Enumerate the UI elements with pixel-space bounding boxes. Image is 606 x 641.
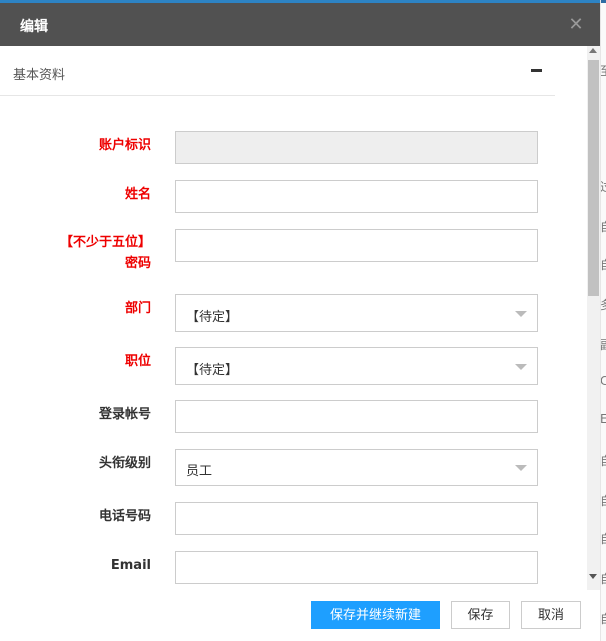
name-field[interactable]	[175, 180, 538, 213]
save-and-new-button[interactable]: 保存并继续新建	[311, 601, 440, 629]
account-id-field	[175, 131, 538, 164]
email-input[interactable]	[176, 552, 537, 583]
dialog-body: 基本资料 账户标识 姓名 【不少于五位】 密码 部门 【待定】 职位 【待定】	[0, 46, 587, 590]
password-field[interactable]	[175, 229, 538, 262]
login-account-field[interactable]	[175, 400, 538, 433]
save-button[interactable]: 保存	[451, 601, 510, 629]
password-label-hint: 【不少于五位】	[59, 235, 151, 250]
login-account-input[interactable]	[176, 401, 537, 432]
account-id-input	[176, 132, 537, 163]
login-account-label: 登录帐号	[98, 407, 151, 422]
scroll-up-icon[interactable]	[589, 48, 597, 53]
minus-icon[interactable]	[531, 69, 542, 72]
department-label: 部门	[124, 301, 151, 316]
phone-label: 电话号码	[98, 509, 151, 524]
position-label: 职位	[124, 354, 151, 369]
name-input[interactable]	[176, 181, 537, 212]
section-title: 基本资料	[13, 68, 66, 83]
scrollbar-thumb[interactable]	[588, 60, 599, 296]
position-select[interactable]: 【待定】	[175, 347, 538, 385]
phone-input[interactable]	[176, 503, 537, 534]
department-value: 【待定】	[186, 310, 239, 325]
chevron-down-icon[interactable]	[515, 364, 527, 370]
cancel-button[interactable]: 取消	[521, 601, 581, 629]
department-select[interactable]: 【待定】	[175, 294, 538, 332]
scroll-down-icon[interactable]	[589, 574, 597, 579]
title-level-value: 员工	[186, 464, 213, 479]
phone-field[interactable]	[175, 502, 538, 535]
close-icon[interactable]: ✕	[566, 15, 586, 35]
position-value: 【待定】	[186, 363, 239, 378]
edit-dialog: 编辑 ✕ 基本资料 账户标识 姓名 【不少于五位】 密码 部门 【待定】 职位 …	[0, 0, 601, 641]
email-label: Email	[110, 558, 151, 573]
account-id-label: 账户标识	[98, 138, 151, 153]
dialog-title: 编辑	[20, 19, 48, 35]
title-level-select[interactable]: 员工	[175, 449, 538, 486]
chevron-down-icon[interactable]	[515, 311, 527, 317]
email-field[interactable]	[175, 551, 538, 584]
title-level-label: 头衔级别	[98, 456, 151, 471]
section-header: 基本资料	[0, 46, 555, 96]
dialog-titlebar[interactable]: 编辑 ✕	[0, 0, 600, 46]
name-label: 姓名	[124, 187, 151, 202]
chevron-down-icon[interactable]	[515, 465, 527, 471]
password-input[interactable]	[176, 230, 537, 261]
titlebar-accent	[0, 0, 600, 3]
password-label: 密码	[124, 256, 151, 271]
